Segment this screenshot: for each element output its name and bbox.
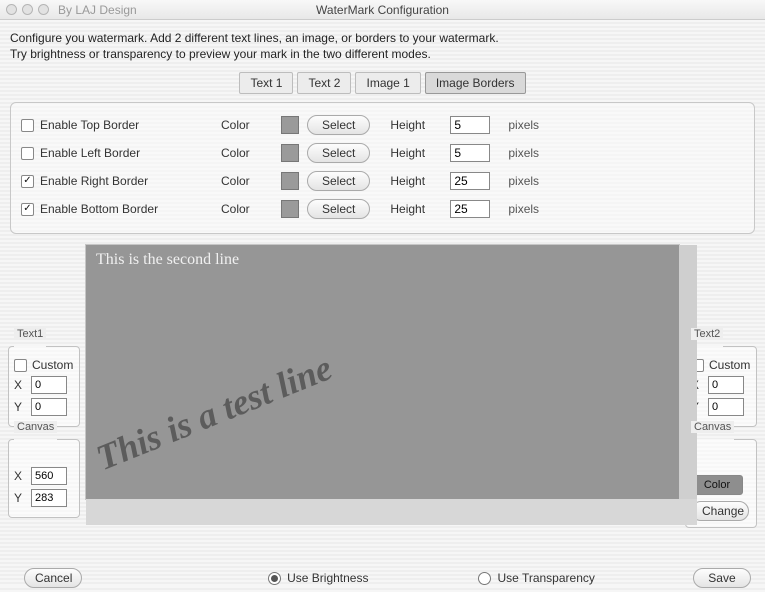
height-label: Height [390,146,450,160]
enable-left-border-checkbox[interactable] [21,147,34,160]
right-select-button[interactable]: Select [307,171,370,191]
borders-panel: Enable Top Border Color Select Height pi… [10,102,755,234]
text1-custom-label: Custom [32,358,73,372]
text1-custom-checkbox[interactable] [14,359,27,372]
canvas-change-button[interactable]: Change [691,501,749,521]
save-button[interactable]: Save [693,568,751,588]
tab-text-1[interactable]: Text 1 [239,72,293,94]
radio-selected-icon [268,572,281,585]
pixels-label: pixels [508,118,539,132]
description: Configure you watermark. Add 2 different… [0,20,765,66]
border-top-row: Enable Top Border Color Select Height pi… [21,111,744,139]
color-label: Color [221,174,281,188]
height-label: Height [390,202,450,216]
text1-y-input[interactable] [31,398,67,416]
use-brightness-radio[interactable]: Use Brightness [268,571,368,585]
enable-top-border-label: Enable Top Border [40,118,139,132]
description-line1: Configure you watermark. Add 2 different… [10,30,755,46]
preview-text-1: This is a test line [90,346,338,479]
text1-legend: Text1 [14,328,46,340]
color-label: Color [221,118,281,132]
canvas1-box: Canvas X Y [8,433,80,518]
use-transparency-label: Use Transparency [497,571,594,585]
bottom-select-button[interactable]: Select [307,199,370,219]
use-brightness-label: Use Brightness [287,571,368,585]
border-left-row: Enable Left Border Color Select Height p… [21,139,744,167]
canvas1-x-input[interactable] [31,467,67,485]
preview-bottom-border [86,499,697,525]
text1-x-input[interactable] [31,376,67,394]
cancel-button[interactable]: Cancel [24,568,82,588]
enable-right-border-checkbox[interactable]: ✓ [21,175,34,188]
right-height-input[interactable] [450,172,490,190]
pixels-label: pixels [508,174,539,188]
canvas1-legend: Canvas [14,421,57,433]
use-transparency-radio[interactable]: Use Transparency [478,571,594,585]
window-title: WaterMark Configuration [0,0,765,20]
tab-bar: Text 1 Text 2 Image 1 Image Borders [0,72,765,94]
pixels-label: pixels [508,202,539,216]
tab-image-1[interactable]: Image 1 [355,72,420,94]
color-label: Color [221,202,281,216]
color-label: Color [221,146,281,160]
tab-text-2[interactable]: Text 2 [297,72,351,94]
canvas1-x-label: X [14,469,26,483]
text2-custom-label: Custom [709,358,750,372]
text1-y-label: Y [14,400,26,414]
height-label: Height [390,118,450,132]
right-color-swatch[interactable] [281,172,299,190]
titlebar: By LAJ Design WaterMark Configuration [0,0,765,20]
preview-canvas: This is the second line This is a test l… [85,244,680,500]
canvas1-y-label: Y [14,491,26,505]
bottom-height-input[interactable] [450,200,490,218]
text2-y-input[interactable] [708,398,744,416]
enable-top-border-checkbox[interactable] [21,119,34,132]
tab-image-borders[interactable]: Image Borders [425,72,526,94]
description-line2: Try brightness or transparency to previe… [10,46,755,62]
top-color-swatch[interactable] [281,116,299,134]
preview-right-border [679,245,697,499]
text2-x-input[interactable] [708,376,744,394]
left-side-panels: Text1 Custom X Y Canvas X Y [8,244,80,528]
enable-bottom-border-label: Enable Bottom Border [40,202,158,216]
pixels-label: pixels [508,146,539,160]
text2-legend: Text2 [691,328,723,340]
border-bottom-row: ✓ Enable Bottom Border Color Select Heigh… [21,195,744,223]
preview-text-2: This is the second line [96,251,239,269]
radio-unselected-icon [478,572,491,585]
enable-left-border-label: Enable Left Border [40,146,140,160]
canvas1-y-input[interactable] [31,489,67,507]
enable-bottom-border-checkbox[interactable]: ✓ [21,203,34,216]
border-right-row: ✓ Enable Right Border Color Select Height… [21,167,744,195]
text1-x-label: X [14,378,26,392]
bottom-color-swatch[interactable] [281,200,299,218]
left-height-input[interactable] [450,144,490,162]
left-color-swatch[interactable] [281,144,299,162]
canvas-color-button[interactable]: Color [691,475,743,495]
top-height-input[interactable] [450,116,490,134]
text1-box: Text1 Custom X Y [8,340,80,427]
canvas2-legend: Canvas [691,421,734,433]
height-label: Height [390,174,450,188]
bottom-bar: Cancel Use Brightness Use Transparency S… [0,564,765,592]
enable-right-border-label: Enable Right Border [40,174,148,188]
left-select-button[interactable]: Select [307,143,370,163]
top-select-button[interactable]: Select [307,115,370,135]
